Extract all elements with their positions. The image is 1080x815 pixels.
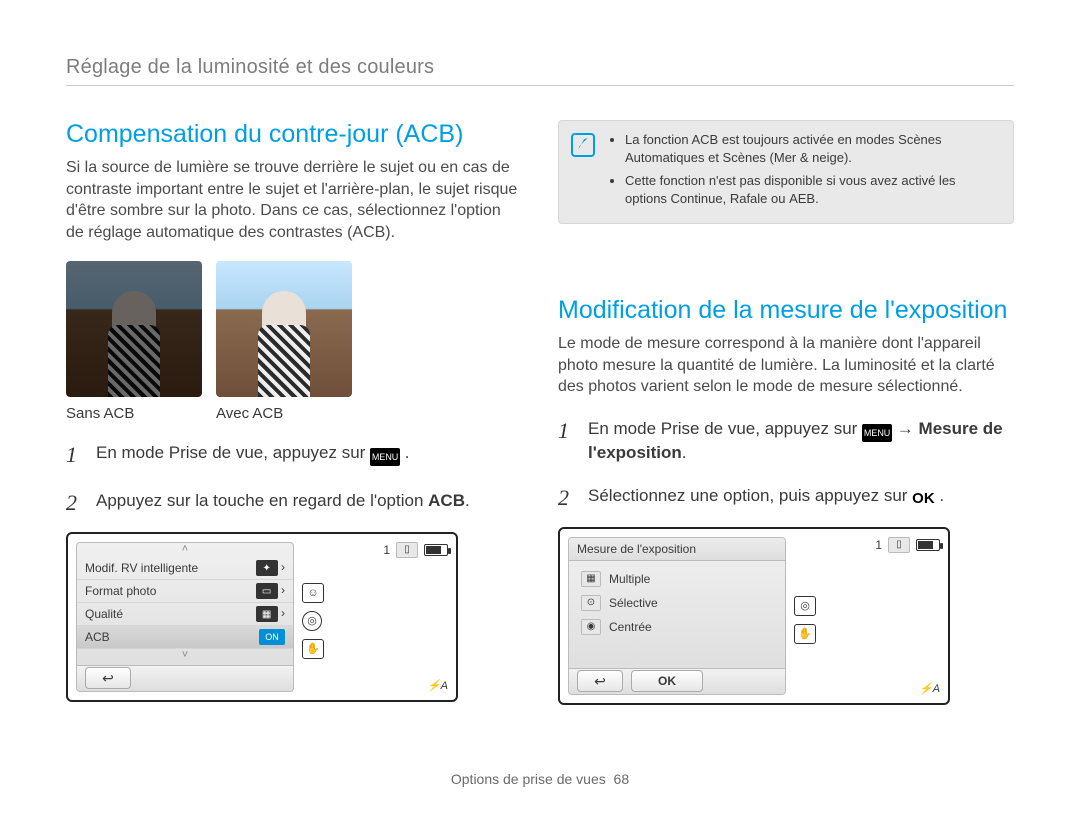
example-images: [66, 261, 522, 397]
face-icon: ☺: [302, 583, 324, 603]
right-column: La fonction ACB est toujours activée en …: [558, 120, 1014, 705]
step-number-2: 2: [66, 488, 82, 518]
chevron-right-icon: ›: [281, 606, 285, 620]
target-icon: ◎: [302, 611, 322, 631]
page-footer: Options de prise de vues 68: [0, 771, 1080, 787]
ois-icon: ✋: [302, 639, 324, 659]
caption-without-acb: Sans ACB: [66, 405, 202, 422]
menu-row-label: ACB: [85, 630, 110, 644]
counter: 1: [875, 538, 882, 552]
info-icon: [571, 133, 595, 157]
chevron-right-icon: ›: [281, 583, 285, 597]
menu-row-label: Format photo: [85, 584, 156, 598]
caption-with-acb: Avec ACB: [216, 405, 352, 422]
back-button[interactable]: ↩: [85, 667, 131, 689]
chevron-up-icon: ˄: [77, 543, 293, 557]
page-title: Réglage de la luminosité et des couleurs: [66, 56, 1014, 79]
right-step2: Sélectionnez une option, puis appuyez su…: [588, 485, 944, 509]
counter: 1: [383, 543, 390, 557]
camera-screen-acb: ˄ Modif. RV intelligente✦ › Format photo…: [66, 532, 458, 702]
menu-icon: MENU: [862, 424, 892, 442]
metering-multiple-icon: ▦: [581, 571, 601, 587]
left-step1: En mode Prise de vue, appuyez sur MENU .: [96, 442, 410, 466]
menu-row-label: Modif. RV intelligente: [85, 561, 198, 575]
target-icon: ◎: [794, 596, 816, 616]
flash-auto-label: ⚡A: [919, 682, 940, 695]
left-intro: Si la source de lumière se trouve derriè…: [66, 157, 522, 243]
flash-auto-label: ⚡A: [427, 679, 448, 692]
metering-center-icon: ◉: [581, 619, 601, 635]
left-heading: Compensation du contre-jour (ACB): [66, 120, 522, 149]
left-column: Compensation du contre-jour (ACB) Si la …: [66, 120, 522, 705]
step-number-1: 1: [558, 416, 574, 446]
on-badge: ON: [259, 629, 285, 645]
photo-without-acb: [66, 261, 202, 397]
arrow-right-icon: →: [897, 419, 914, 438]
back-button[interactable]: ↩: [577, 670, 623, 692]
option-label: Multiple: [609, 572, 650, 586]
step-number-1: 1: [66, 440, 82, 470]
sd-icon: ▯: [888, 537, 910, 553]
battery-icon: [424, 544, 448, 556]
menu-row-label: Qualité: [85, 607, 123, 621]
ok-button[interactable]: OK: [631, 670, 703, 692]
step-number-2: 2: [558, 483, 574, 513]
menu-icon: MENU: [370, 448, 400, 466]
chevron-down-icon: ˅: [77, 649, 293, 663]
panel-title: Mesure de l'exposition: [569, 538, 785, 561]
info-note: La fonction ACB est toujours activée en …: [558, 120, 1014, 224]
ois-icon: ✋: [794, 624, 816, 644]
battery-icon: [916, 539, 940, 551]
left-step2: Appuyez sur la touche en regard de l'opt…: [96, 490, 470, 513]
metering-spot-icon: ⊙: [581, 595, 601, 611]
sd-icon: ▯: [396, 542, 418, 558]
ok-label: OK: [912, 489, 935, 509]
chevron-right-icon: ›: [281, 560, 285, 574]
right-step1: En mode Prise de vue, appuyez sur MENU →…: [588, 418, 1014, 465]
right-intro: Le mode de mesure correspond à la manièr…: [558, 333, 1014, 398]
option-label: Sélective: [609, 596, 658, 610]
title-divider: [66, 85, 1014, 86]
camera-screen-metering: Mesure de l'exposition ▦ Multiple ⊙ Sélect…: [558, 527, 950, 705]
right-heading: Modification de la mesure de l'expositio…: [558, 296, 1014, 325]
photo-with-acb: [216, 261, 352, 397]
option-label: Centrée: [609, 620, 652, 634]
